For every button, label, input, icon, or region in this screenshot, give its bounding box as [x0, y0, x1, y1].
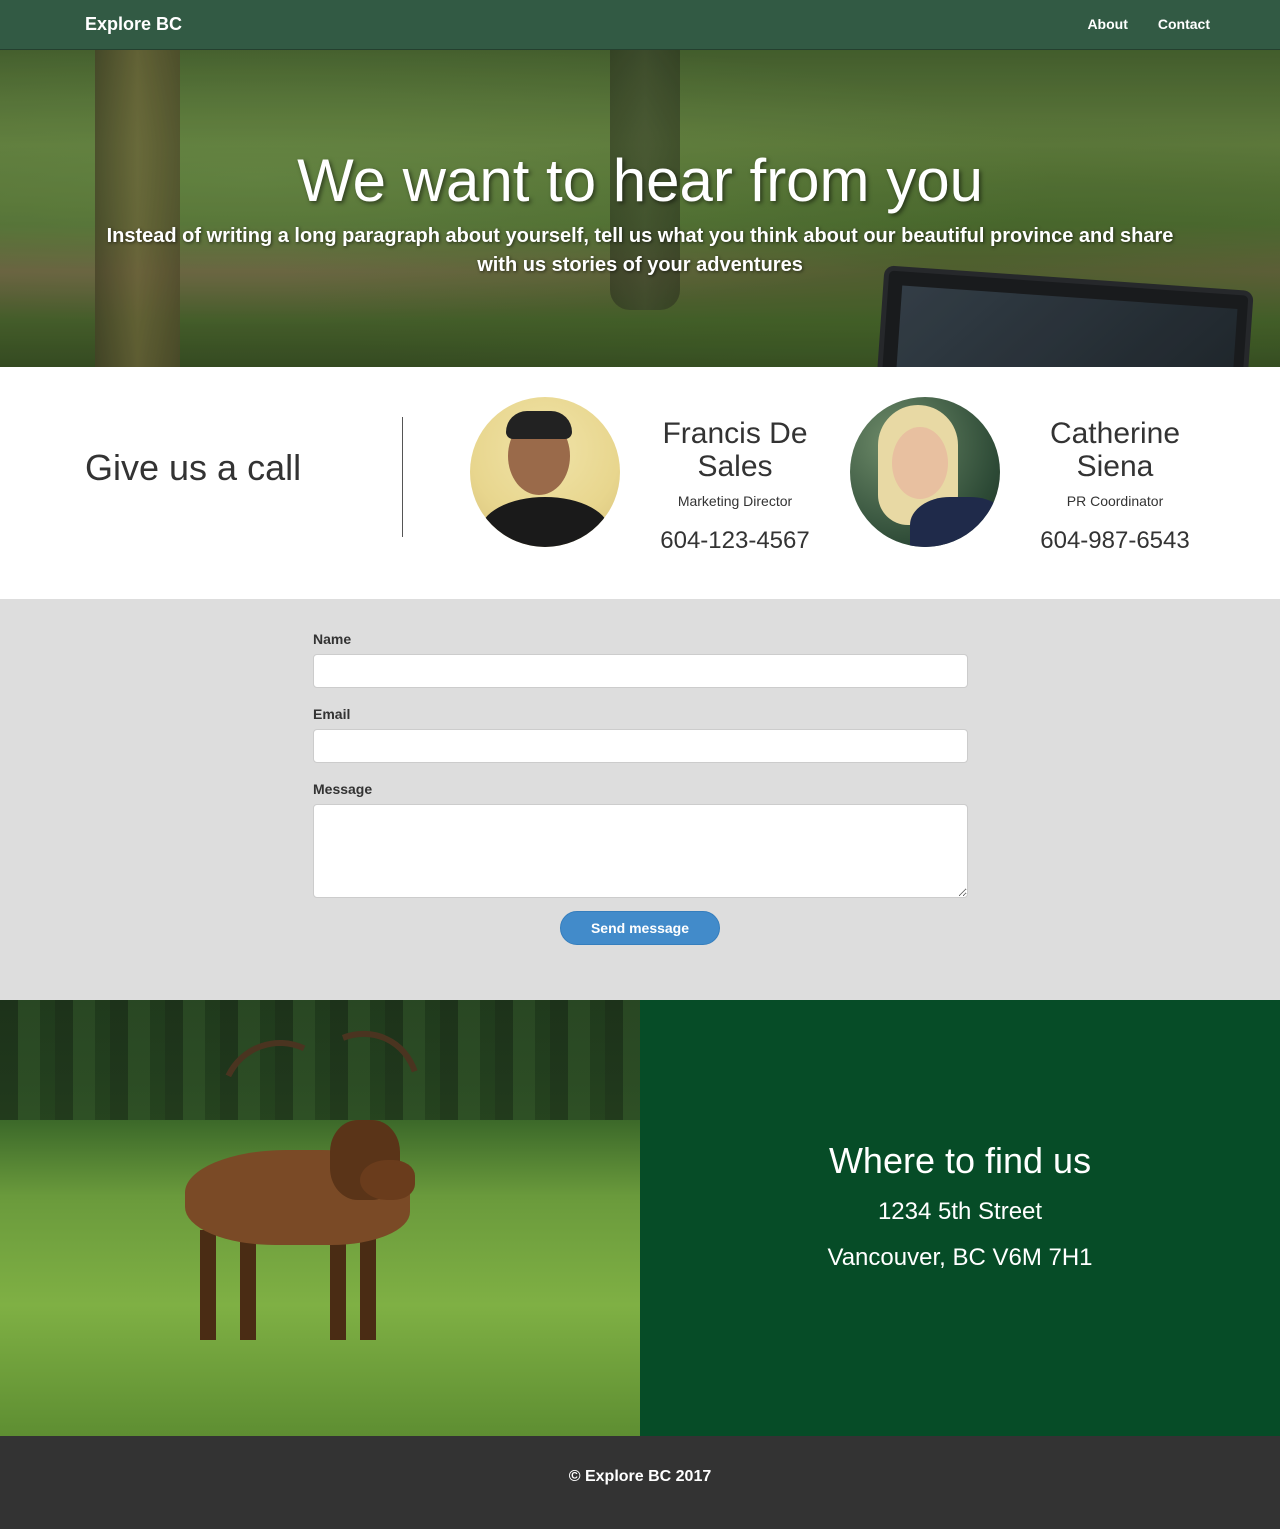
contact-name: Catherine Siena: [1049, 417, 1181, 483]
message-textarea[interactable]: [313, 804, 968, 898]
contact-phone: 604-987-6543: [1040, 527, 1190, 554]
footer: © Explore BC 2017: [0, 1436, 1280, 1529]
address-street: 1234 5th Street: [877, 1198, 1043, 1225]
address-city: Vancouver, BC V6M 7H1: [827, 1244, 1093, 1271]
contact-card-francis: Francis De Sales Marketing Director 604-…: [635, 417, 835, 555]
avatar-catherine: [850, 397, 1000, 547]
hero-banner: We want to hear from you Instead of writ…: [0, 50, 1280, 367]
contact-role: Marketing Director: [677, 493, 793, 509]
email-label: Email: [313, 706, 351, 722]
contact-name: Francis De Sales: [662, 417, 808, 483]
call-heading: Give us a call: [85, 447, 302, 488]
location-section: Where to find us 1234 5th Street Vancouv…: [640, 1000, 1280, 1436]
nav-links: About Contact: [1087, 16, 1210, 32]
contact-role: PR Coordinator: [1066, 493, 1164, 509]
name-input[interactable]: [313, 654, 968, 688]
contacts-section: Give us a call Francis De Sales Marketin…: [0, 367, 1280, 599]
contact-card-catherine: Catherine Siena PR Coordinator 604-987-6…: [1015, 417, 1215, 555]
elk-photo: [0, 1000, 640, 1436]
hero-title: We want to hear from you: [297, 147, 983, 214]
contact-phone: 604-123-4567: [660, 527, 810, 554]
contact-form-section: Name Email Message Send message: [0, 599, 1280, 1000]
brand-link[interactable]: Explore BC: [85, 14, 182, 35]
name-label: Name: [313, 631, 352, 647]
footer-copyright: © Explore BC 2017: [568, 1468, 712, 1485]
message-label: Message: [313, 781, 373, 797]
navbar: Explore BC About Contact: [0, 0, 1280, 50]
nav-link-contact[interactable]: Contact: [1158, 16, 1210, 32]
location-title: Where to find us: [828, 1140, 1092, 1181]
email-input[interactable]: [313, 729, 968, 763]
hero-subtitle: Instead of writing a long paragraph abou…: [106, 225, 1174, 276]
contact-form: Name Email Message Send message: [313, 631, 968, 945]
avatar-francis: [470, 397, 620, 547]
send-message-button[interactable]: Send message: [560, 911, 720, 945]
nav-link-about[interactable]: About: [1087, 16, 1127, 32]
vertical-divider: [402, 417, 403, 537]
